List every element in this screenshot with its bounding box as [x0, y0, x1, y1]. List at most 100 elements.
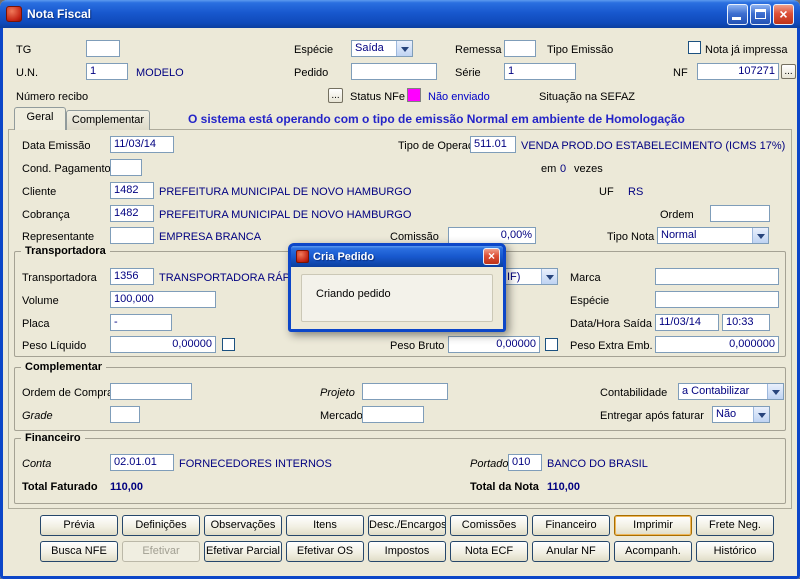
conta-field[interactable]: 02.01.01 [110, 454, 174, 471]
tipo-nota-value: Normal [661, 229, 697, 241]
busca-nfe-button[interactable]: Busca NFE [40, 541, 118, 562]
volume-label: Volume [22, 295, 59, 307]
contabilidade-select[interactable]: a Contabilizar [678, 383, 784, 400]
nf-browse-button[interactable]: ... [781, 64, 796, 79]
cliente-field[interactable]: 1482 [110, 182, 154, 199]
projeto-field[interactable] [362, 383, 448, 400]
peso-liquido-field[interactable]: 0,00000 [110, 336, 216, 353]
itens-button[interactable]: Itens [286, 515, 364, 536]
maximize-button[interactable] [750, 3, 771, 25]
especie-transp-field[interactable] [655, 291, 779, 308]
imprimir-button[interactable]: Imprimir [614, 515, 692, 536]
previa-button[interactable]: Prévia [40, 515, 118, 536]
un-label: U.N. [16, 67, 38, 79]
cobranca-desc: PREFEITURA MUNICIPAL DE NOVO HAMBURGO [159, 209, 412, 221]
representante-desc: EMPRESA BRANCA [159, 231, 262, 243]
efetivar-button: Efetivar [122, 541, 200, 562]
peso-extra-field[interactable]: 0,000000 [655, 336, 779, 353]
dialog-titlebar[interactable]: Cria Pedido [291, 246, 503, 267]
serie-label: Série [455, 67, 481, 79]
ordem-field[interactable] [710, 205, 770, 222]
acompanh-button[interactable]: Acompanh. [614, 541, 692, 562]
close-button[interactable] [773, 3, 794, 25]
portador-label: Portador [470, 458, 513, 470]
especie-transp-label: Espécie [570, 295, 610, 307]
peso-liquido-label: Peso Líquido [22, 340, 87, 352]
serie-field[interactable]: 1 [504, 63, 576, 80]
tab-geral[interactable]: Geral [14, 107, 66, 130]
pedido-label: Pedido [294, 67, 329, 79]
dialog-app-icon [296, 250, 309, 263]
tab-complementar[interactable]: Complementar [66, 110, 150, 130]
uf-value: RS [628, 186, 644, 198]
nota-ja-impressa-checkbox[interactable] [688, 41, 701, 54]
cond-pagamento-field[interactable] [110, 159, 142, 176]
tipo-operacao-field[interactable]: 511.01 [470, 136, 516, 153]
cobranca-label: Cobrança [22, 209, 70, 221]
un-field[interactable]: 1 [86, 63, 128, 80]
peso-bruto-checkbox[interactable] [545, 338, 558, 351]
dialog-close-button[interactable] [483, 248, 500, 265]
vezes-label: vezes [574, 163, 603, 175]
chevron-down-icon [753, 407, 769, 422]
data-saida-field[interactable]: 11/03/14 [655, 314, 719, 331]
mercado-field[interactable] [362, 406, 424, 423]
efetivar-os-button[interactable]: Efetivar OS [286, 541, 364, 562]
especie-label: Espécie [294, 44, 334, 56]
complementar-group-title: Complementar [21, 361, 107, 373]
chevron-down-icon [396, 41, 412, 56]
frete-neg-button[interactable]: Frete Neg. [696, 515, 774, 536]
entregar-label: Entregar após faturar [600, 410, 704, 422]
entregar-select[interactable]: Não [712, 406, 770, 423]
contabilidade-label: Contabilidade [600, 387, 668, 399]
peso-liquido-checkbox[interactable] [222, 338, 235, 351]
representante-field[interactable] [110, 227, 154, 244]
cobranca-field[interactable]: 1482 [110, 205, 154, 222]
placa-field[interactable]: - [110, 314, 172, 331]
peso-bruto-field[interactable]: 0,00000 [448, 336, 540, 353]
conta-desc: FORNECEDORES INTERNOS [179, 458, 332, 470]
situacao-sefaz-label: Situação na SEFAZ [539, 91, 635, 103]
dialog-message-panel: Criando pedido [301, 274, 493, 322]
comissao-field[interactable]: 0,00% [448, 227, 536, 244]
nf-field[interactable]: 107271 [697, 63, 779, 80]
ordem-compra-field[interactable] [110, 383, 192, 400]
nota-ecf-button[interactable]: Nota ECF [450, 541, 528, 562]
portador-field[interactable]: 010 [508, 454, 542, 471]
recibo-browse-button[interactable]: ... [328, 88, 343, 103]
definicoes-button[interactable]: Definições [122, 515, 200, 536]
window-titlebar[interactable]: Nota Fiscal [0, 0, 800, 28]
tg-field[interactable] [86, 40, 120, 57]
total-nota-label: Total da Nota [470, 481, 539, 493]
data-hora-saida-label: Data/Hora Saída [570, 318, 652, 330]
status-nfe-value: Não enviado [428, 91, 490, 103]
marca-field[interactable] [655, 268, 779, 285]
representante-label: Representante [22, 231, 95, 243]
observacoes-button[interactable]: Observações [204, 515, 282, 536]
peso-extra-label: Peso Extra Emb. [570, 340, 653, 352]
total-faturado-label: Total Faturado [22, 481, 98, 493]
tipo-nota-select[interactable]: Normal [657, 227, 769, 244]
pedido-field[interactable] [351, 63, 437, 80]
volume-field[interactable]: 100,000 [110, 291, 216, 308]
financeiro-button[interactable]: Financeiro [532, 515, 610, 536]
impostos-button[interactable]: Impostos [368, 541, 446, 562]
un-desc: MODELO [136, 67, 184, 79]
hora-saida-field[interactable]: 10:33 [722, 314, 770, 331]
historico-button[interactable]: Histórico [696, 541, 774, 562]
minimize-button[interactable] [727, 3, 748, 25]
anular-nf-button[interactable]: Anular NF [532, 541, 610, 562]
efetivar-parcial-button[interactable]: Efetivar Parcial [204, 541, 282, 562]
em-label: em [541, 163, 557, 175]
especie-select[interactable]: Saída [351, 40, 413, 57]
transportadora-field[interactable]: 1356 [110, 268, 154, 285]
remessa-field[interactable] [504, 40, 536, 57]
grade-field[interactable] [110, 406, 140, 423]
comissoes-button[interactable]: Comissões [450, 515, 528, 536]
desc-encargos-button[interactable]: Desc./Encargos [368, 515, 446, 536]
conta-label: Conta [22, 458, 52, 470]
nf-label: NF [673, 67, 688, 79]
tipo-emissao-label: Tipo Emissão [547, 44, 614, 56]
data-emissao-field[interactable]: 11/03/14 [110, 136, 174, 153]
window-title: Nota Fiscal [27, 7, 92, 21]
